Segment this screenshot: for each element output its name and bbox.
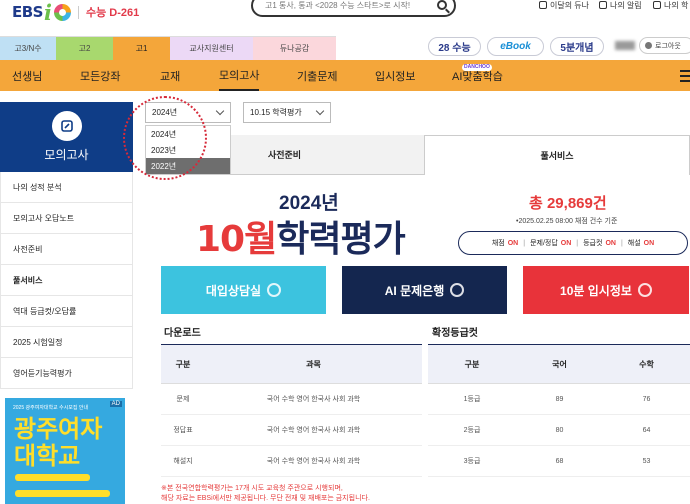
ad-banner[interactable]: 2025 광주여자대학교 수시모집 안내 AD 광주여자 대학교 xyxy=(5,398,125,504)
util-my-alerts[interactable]: 나의 알림 xyxy=(599,0,642,10)
chevron-down-icon xyxy=(315,106,325,116)
chevron-down-icon xyxy=(215,106,225,116)
sidebar-item-grade-cuts[interactable]: 역대 등급컷/오답률 xyxy=(0,296,133,327)
ebs-logo-circle-icon xyxy=(53,3,71,21)
exam-select[interactable]: 10.15 학력평가 xyxy=(243,102,331,123)
sidebar-item-prep[interactable]: 사전준비 xyxy=(0,234,133,265)
grade-cut-table-body: 1등급 89 76 2등급 80 64 3등급 68 53 xyxy=(428,384,690,477)
download-table-body: 문제 국어 수학 영어 한국사 사회 과학 정답표 국어 수학 영어 한국사 사… xyxy=(161,384,422,477)
sidebar-item-schedule[interactable]: 2025 시험일정 xyxy=(0,327,133,358)
sidebar-item-wrong-note[interactable]: 모의고사 오답노트 xyxy=(0,203,133,234)
tile-admission-counsel[interactable]: 대입상담실 xyxy=(161,266,326,314)
banner-title: 10월학력평가 xyxy=(196,219,406,260)
table-row: 2등급 80 64 xyxy=(428,415,690,446)
grade-tab-g1[interactable]: 고1 xyxy=(113,36,170,60)
table-row: 1등급 89 76 xyxy=(428,384,690,415)
year-dropdown-options: 2024년 2023년 2022년 xyxy=(145,125,231,175)
util-my-page[interactable]: 나의 학 xyxy=(653,0,688,10)
grade-cut-title: 확정등급컷 xyxy=(432,328,478,339)
total-count-basis: •2025.02.25 08:00 채점 건수 기준 xyxy=(516,218,618,225)
logout-button[interactable]: 로그아웃 xyxy=(639,37,690,54)
ai-badge: DANCHOO xyxy=(462,64,492,71)
sidebar-item-my-score[interactable]: 나의 성적 분석 xyxy=(0,172,133,203)
ad-decor-line xyxy=(15,490,110,497)
download-title: 다운로드 xyxy=(164,328,201,339)
ad-tag: AD xyxy=(109,401,122,407)
nav-ai-learning[interactable]: DANCHOO AI맞춤학습 xyxy=(452,60,503,91)
sidebar-item-listening[interactable]: 영어듣기능력평가 xyxy=(0,358,133,389)
logout-icon xyxy=(645,42,652,49)
grade-tab-teacher[interactable]: 교사지원센터 xyxy=(170,36,253,60)
nav-past-exams[interactable]: 기출문제 xyxy=(297,60,337,91)
table-row[interactable]: 문제 국어 수학 영어 한국사 사회 과학 xyxy=(161,384,422,415)
sidebar-item-full-service[interactable]: 풀서비스 xyxy=(0,265,133,296)
year-option-2022[interactable]: 2022년 xyxy=(146,158,230,174)
user-name-blurred xyxy=(615,41,635,50)
grade-tab-g2[interactable]: 고2 xyxy=(56,36,113,60)
year-option-2023[interactable]: 2023년 xyxy=(146,142,230,158)
grade-tab-duna[interactable]: 듀나공감 xyxy=(253,36,336,60)
ad-decor-line xyxy=(15,474,90,481)
tile-ai-question-bank[interactable]: AI 문제은행 xyxy=(342,266,507,314)
year-option-2024[interactable]: 2024년 xyxy=(146,126,230,142)
search-box[interactable] xyxy=(251,0,456,17)
search-input[interactable] xyxy=(265,1,435,10)
grade-tab-g3[interactable]: 고3/N수 xyxy=(0,36,56,60)
table-row[interactable]: 정답표 국어 수학 영어 한국사 사회 과학 xyxy=(161,415,422,446)
header-logo[interactable]: EBS i 수능 D-261 xyxy=(0,0,140,25)
search-icon[interactable] xyxy=(437,0,447,10)
year-select[interactable]: 2024년 xyxy=(145,102,231,123)
table-row[interactable]: 해설지 국어 수학 영어 한국사 사회 과학 xyxy=(161,446,422,477)
calendar-icon xyxy=(539,1,547,9)
chat-icon xyxy=(267,283,282,297)
dday-counter: 수능 D-261 xyxy=(85,7,140,19)
link-ebook[interactable]: eBook xyxy=(487,37,544,56)
grade-cut-table-header: 구분 국어 수학 xyxy=(428,344,690,384)
nav-admission-info[interactable]: 입시정보 xyxy=(375,60,415,91)
nav-all-courses[interactable]: 모든강좌 xyxy=(80,60,120,91)
copyright-note: ※본 전국연합학력평가는 17개 시도 교육청 주관으로 시행되며, 해당 자료… xyxy=(161,485,370,502)
total-count: 총 29,869건 xyxy=(529,195,607,212)
ad-subtext: 2025 광주여자대학교 수시모집 안내 xyxy=(13,405,89,411)
table-row: 3등급 68 53 xyxy=(428,446,690,477)
ai-icon xyxy=(450,283,465,297)
download-table-header: 구분 과목 xyxy=(161,344,422,384)
ad-headline: 광주여자 대학교 xyxy=(14,415,103,470)
bell-icon xyxy=(599,1,607,9)
nav-mock-exams[interactable]: 모의고사 xyxy=(219,60,260,91)
clock-icon xyxy=(637,283,652,297)
tile-10min-info[interactable]: 10분 입시정보 xyxy=(523,266,689,314)
util-monthly-duna[interactable]: 이달의 듀나 xyxy=(539,0,589,10)
service-status-bar: 채점 ON | 문제/정답 ON | 등급컷 ON | 해설 ON xyxy=(458,231,688,255)
tab-full-service[interactable]: 풀서비스 xyxy=(424,135,690,175)
nav-textbooks[interactable]: 교재 xyxy=(160,60,180,91)
ebs-logo-i: i xyxy=(43,0,52,25)
menu-icon[interactable] xyxy=(680,70,690,85)
ebs-logo-text: EBS xyxy=(12,3,43,21)
link-28-suneung[interactable]: 28 수능 xyxy=(428,37,481,56)
user-icon xyxy=(653,1,661,9)
sidebar-title: 모의고사 xyxy=(44,148,89,162)
exam-edit-icon xyxy=(51,111,82,141)
nav-teachers[interactable]: 선생님 xyxy=(12,60,42,91)
logo-divider xyxy=(77,5,79,19)
link-5min-concept[interactable]: 5분개념 xyxy=(550,37,604,56)
sidebar-header: 모의고사 xyxy=(0,102,133,172)
